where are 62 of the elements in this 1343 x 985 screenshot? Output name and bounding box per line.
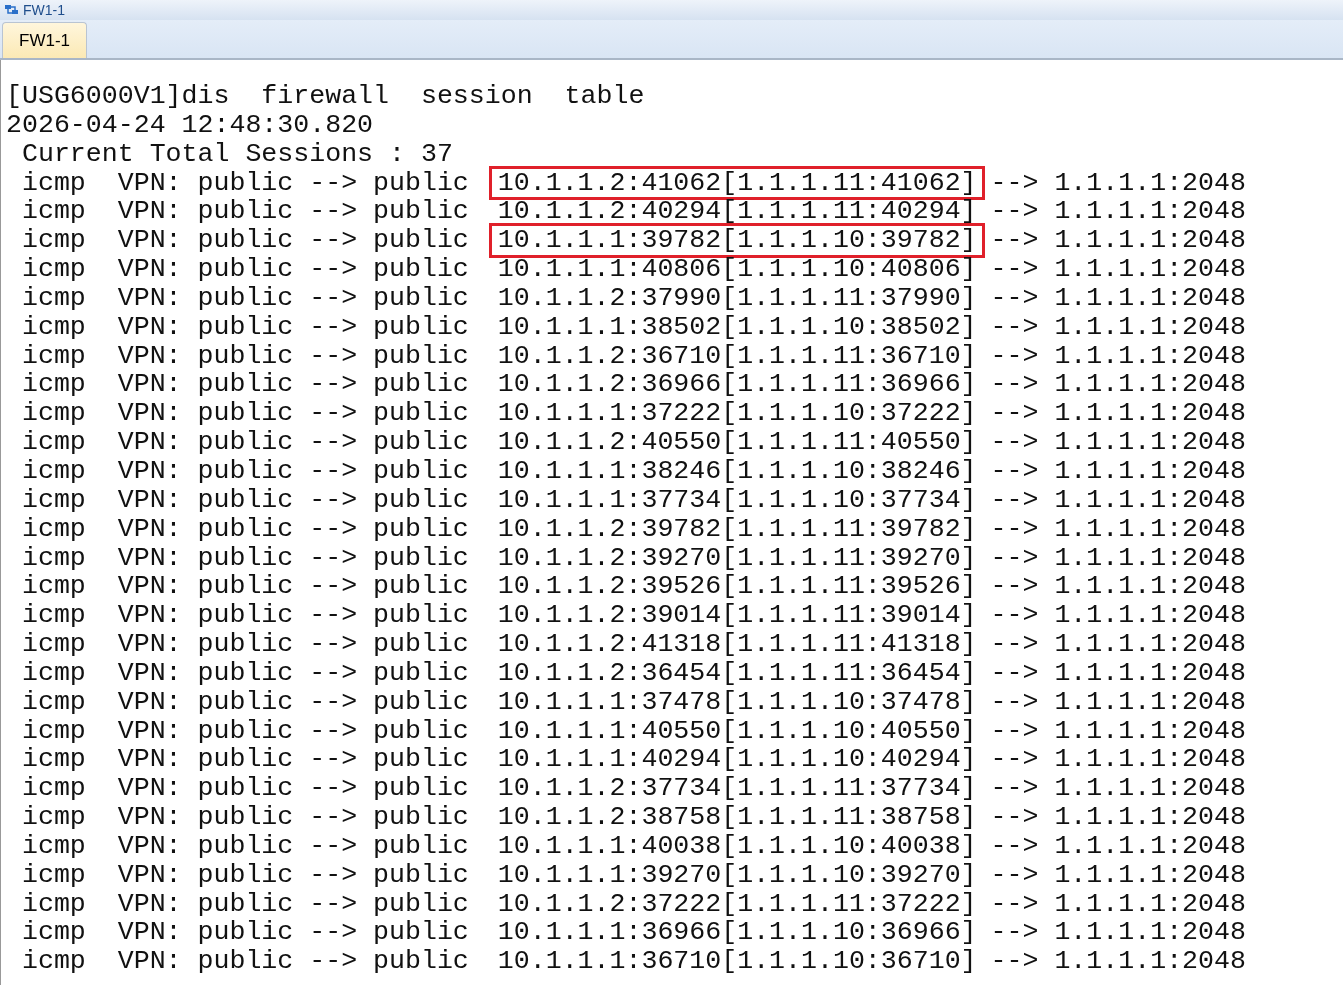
- session-info: icmp VPN: public --> public: [20, 485, 469, 515]
- session-info: icmp VPN: public --> public: [20, 601, 469, 631]
- terminal-tab[interactable]: FW1-1: [2, 22, 87, 58]
- destination-address: --> 1.1.1.1:2048: [990, 485, 1246, 515]
- session-info: icmp VPN: public --> public: [20, 745, 469, 775]
- destination-address: --> 1.1.1.1:2048: [990, 889, 1246, 919]
- session-info: icmp VPN: public --> public: [20, 630, 469, 659]
- session-info: icmp VPN: public --> public: [20, 226, 469, 256]
- session-info: icmp VPN: public --> public: [20, 399, 469, 429]
- destination-address: --> 1.1.1.1:2048: [990, 168, 1246, 198]
- destination-address: --> 1.1.1.1:2048: [990, 283, 1246, 313]
- destination-address: --> 1.1.1.1:2048: [990, 601, 1246, 631]
- destination-address: --> 1.1.1.1:2048: [990, 630, 1246, 659]
- destination-address: --> 1.1.1.1:2048: [990, 197, 1246, 227]
- destination-address: --> 1.1.1.1:2048: [990, 745, 1246, 775]
- destination-address: --> 1.1.1.1:2048: [990, 947, 1246, 977]
- terminal-line: Current Total Sessions : 37: [20, 139, 453, 169]
- terminal-line: 2026-04-24 12:48:30.820: [6, 110, 374, 140]
- session-info: icmp VPN: public --> public: [20, 197, 469, 227]
- session-info: icmp VPN: public --> public: [20, 514, 469, 544]
- session-info: icmp VPN: public --> public: [20, 283, 469, 313]
- destination-address: --> 1.1.1.1:2048: [990, 226, 1246, 256]
- session-info: icmp VPN: public --> public: [20, 543, 469, 573]
- session-info: icmp VPN: public --> public: [20, 312, 469, 342]
- session-info: icmp VPN: public --> public: [20, 370, 469, 400]
- session-info: icmp VPN: public --> public: [20, 831, 469, 861]
- destination-address: --> 1.1.1.1:2048: [990, 860, 1246, 890]
- destination-address: --> 1.1.1.1:2048: [990, 399, 1246, 429]
- session-info: icmp VPN: public --> public: [20, 255, 469, 284]
- window-title: FW1-1: [23, 3, 65, 17]
- session-info: icmp VPN: public --> public: [20, 716, 469, 746]
- session-info: icmp VPN: public --> public: [20, 947, 469, 977]
- destination-address: --> 1.1.1.1:2048: [990, 803, 1246, 832]
- destination-address: --> 1.1.1.1:2048: [990, 831, 1246, 861]
- session-info: icmp VPN: public --> public: [20, 918, 469, 948]
- destination-address: --> 1.1.1.1:2048: [990, 658, 1246, 688]
- destination-address: --> 1.1.1.1:2048: [990, 428, 1246, 457]
- destination-address: --> 1.1.1.1:2048: [990, 312, 1246, 342]
- session-info: icmp VPN: public --> public: [20, 168, 469, 198]
- destination-address: --> 1.1.1.1:2048: [990, 918, 1246, 948]
- session-info: icmp VPN: public --> public: [20, 428, 469, 457]
- session-info: icmp VPN: public --> public: [20, 889, 469, 919]
- terminal-line: [USG6000V1]dis firewall session table: [6, 82, 645, 111]
- destination-address: --> 1.1.1.1:2048: [990, 687, 1246, 717]
- session-info: icmp VPN: public --> public: [20, 860, 469, 890]
- destination-address: --> 1.1.1.1:2048: [990, 774, 1246, 804]
- destination-address: --> 1.1.1.1:2048: [990, 543, 1246, 573]
- destination-address: --> 1.1.1.1:2048: [990, 370, 1246, 400]
- destination-address: --> 1.1.1.1:2048: [990, 255, 1246, 284]
- session-info: icmp VPN: public --> public: [20, 341, 469, 371]
- destination-address: --> 1.1.1.1:2048: [990, 456, 1246, 486]
- destination-address: --> 1.1.1.1:2048: [990, 341, 1246, 371]
- session-info: icmp VPN: public --> public: [20, 774, 469, 804]
- session-info: icmp VPN: public --> public: [20, 803, 469, 832]
- session-info: icmp VPN: public --> public: [20, 687, 469, 717]
- app-icon: [4, 3, 20, 17]
- destination-address: --> 1.1.1.1:2048: [990, 514, 1246, 544]
- destination-address: --> 1.1.1.1:2048: [990, 716, 1246, 746]
- session-info: icmp VPN: public --> public: [20, 572, 469, 602]
- destination-address: --> 1.1.1.1:2048: [990, 572, 1246, 602]
- session-info: icmp VPN: public --> public: [20, 658, 469, 688]
- session-info: icmp VPN: public --> public: [20, 456, 469, 486]
